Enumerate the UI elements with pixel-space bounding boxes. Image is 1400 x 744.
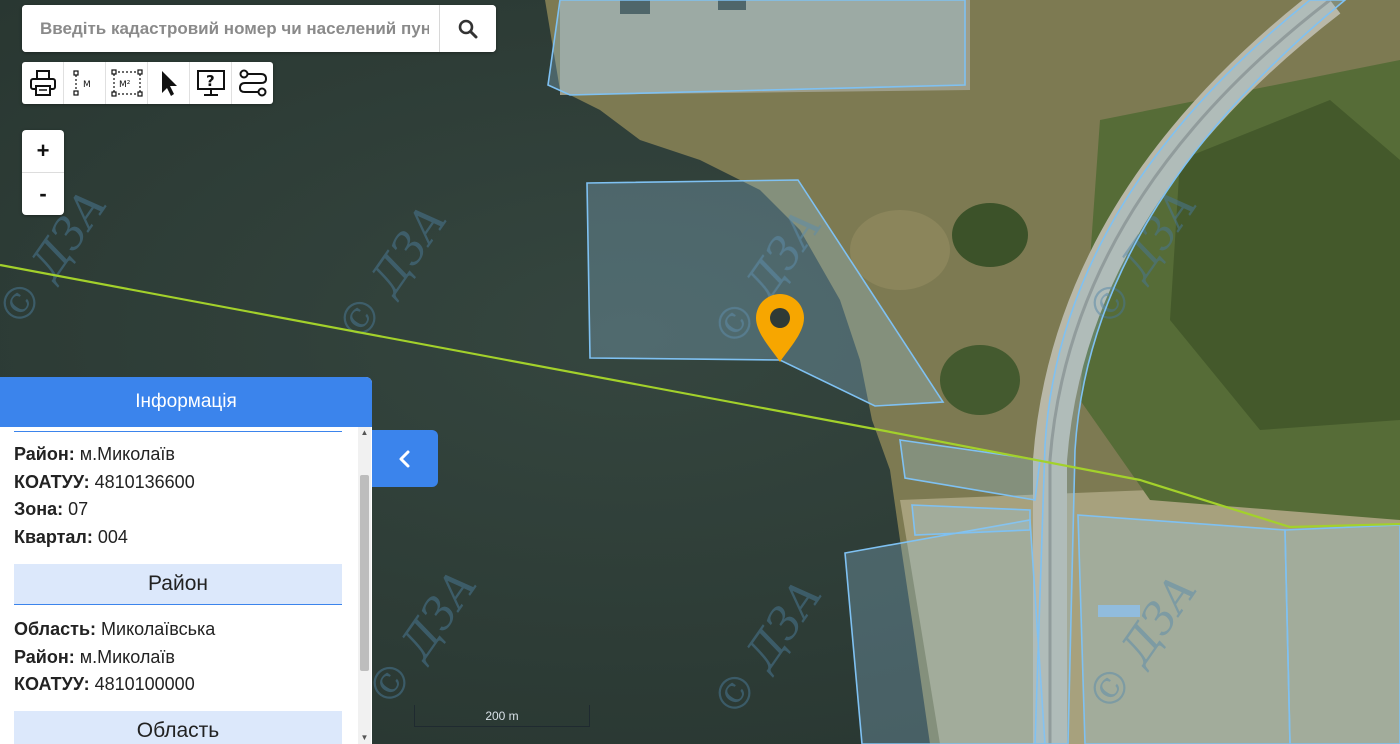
- measure-distance-button[interactable]: M: [64, 62, 106, 104]
- chevron-left-icon: [399, 450, 410, 467]
- scroll-thumb[interactable]: [360, 475, 369, 671]
- info-panel: Інформація Район: м.Миколаїв КОАТУУ: 481…: [0, 377, 372, 744]
- svg-text:?: ?: [206, 72, 215, 90]
- info-panel-scrollbar[interactable]: ▲ ▼: [358, 427, 371, 744]
- svg-text:M²: M²: [119, 80, 131, 90]
- info-panel-title: Інформація: [0, 377, 372, 427]
- route-icon: [238, 69, 267, 97]
- cadastral-parcel: [547, 0, 966, 96]
- zoom-control: + -: [22, 130, 64, 215]
- scroll-down-icon[interactable]: ▼: [358, 732, 371, 744]
- scale-line: [414, 705, 590, 727]
- zoom-in-button[interactable]: +: [22, 130, 64, 173]
- zoom-out-button[interactable]: -: [22, 173, 64, 215]
- svg-text:M: M: [83, 80, 91, 90]
- search-bar: [22, 5, 496, 52]
- route-button[interactable]: [232, 62, 273, 104]
- cadastral-parcel: [911, 504, 1031, 536]
- divider: [14, 431, 342, 432]
- help-button[interactable]: ?: [190, 62, 232, 104]
- search-icon: [458, 19, 478, 38]
- search-input[interactable]: [22, 5, 439, 52]
- select-button[interactable]: [148, 62, 190, 104]
- search-button[interactable]: [439, 5, 496, 52]
- collapse-panel-button[interactable]: [372, 430, 438, 487]
- quarter-info: Район: м.Миколаїв КОАТУУ: 4810136600 Зон…: [14, 444, 195, 547]
- help-icon: ?: [196, 70, 225, 96]
- section-header-raion: Район: [14, 564, 342, 605]
- measure-area-icon: M²: [110, 69, 143, 97]
- raion-info: Область: Миколаївська Район: м.Миколаїв …: [14, 619, 216, 694]
- map-toolbar: M M² ?: [22, 62, 273, 104]
- measure-area-button[interactable]: M²: [106, 62, 148, 104]
- measure-distance-icon: M: [72, 70, 91, 96]
- scale-bar: 200 m: [410, 703, 594, 729]
- scroll-up-icon[interactable]: ▲: [358, 427, 371, 439]
- section-header-oblast: Область: [14, 711, 342, 744]
- cadastral-parcel: [844, 519, 1046, 744]
- printer-icon: [29, 70, 56, 96]
- print-button[interactable]: [22, 62, 64, 104]
- cadastral-parcel: [1077, 514, 1291, 744]
- info-panel-content[interactable]: Район: м.Миколаїв КОАТУУ: 4810136600 Зон…: [0, 427, 356, 744]
- cadastral-parcel: [1284, 524, 1400, 744]
- pointer-icon: [161, 71, 177, 96]
